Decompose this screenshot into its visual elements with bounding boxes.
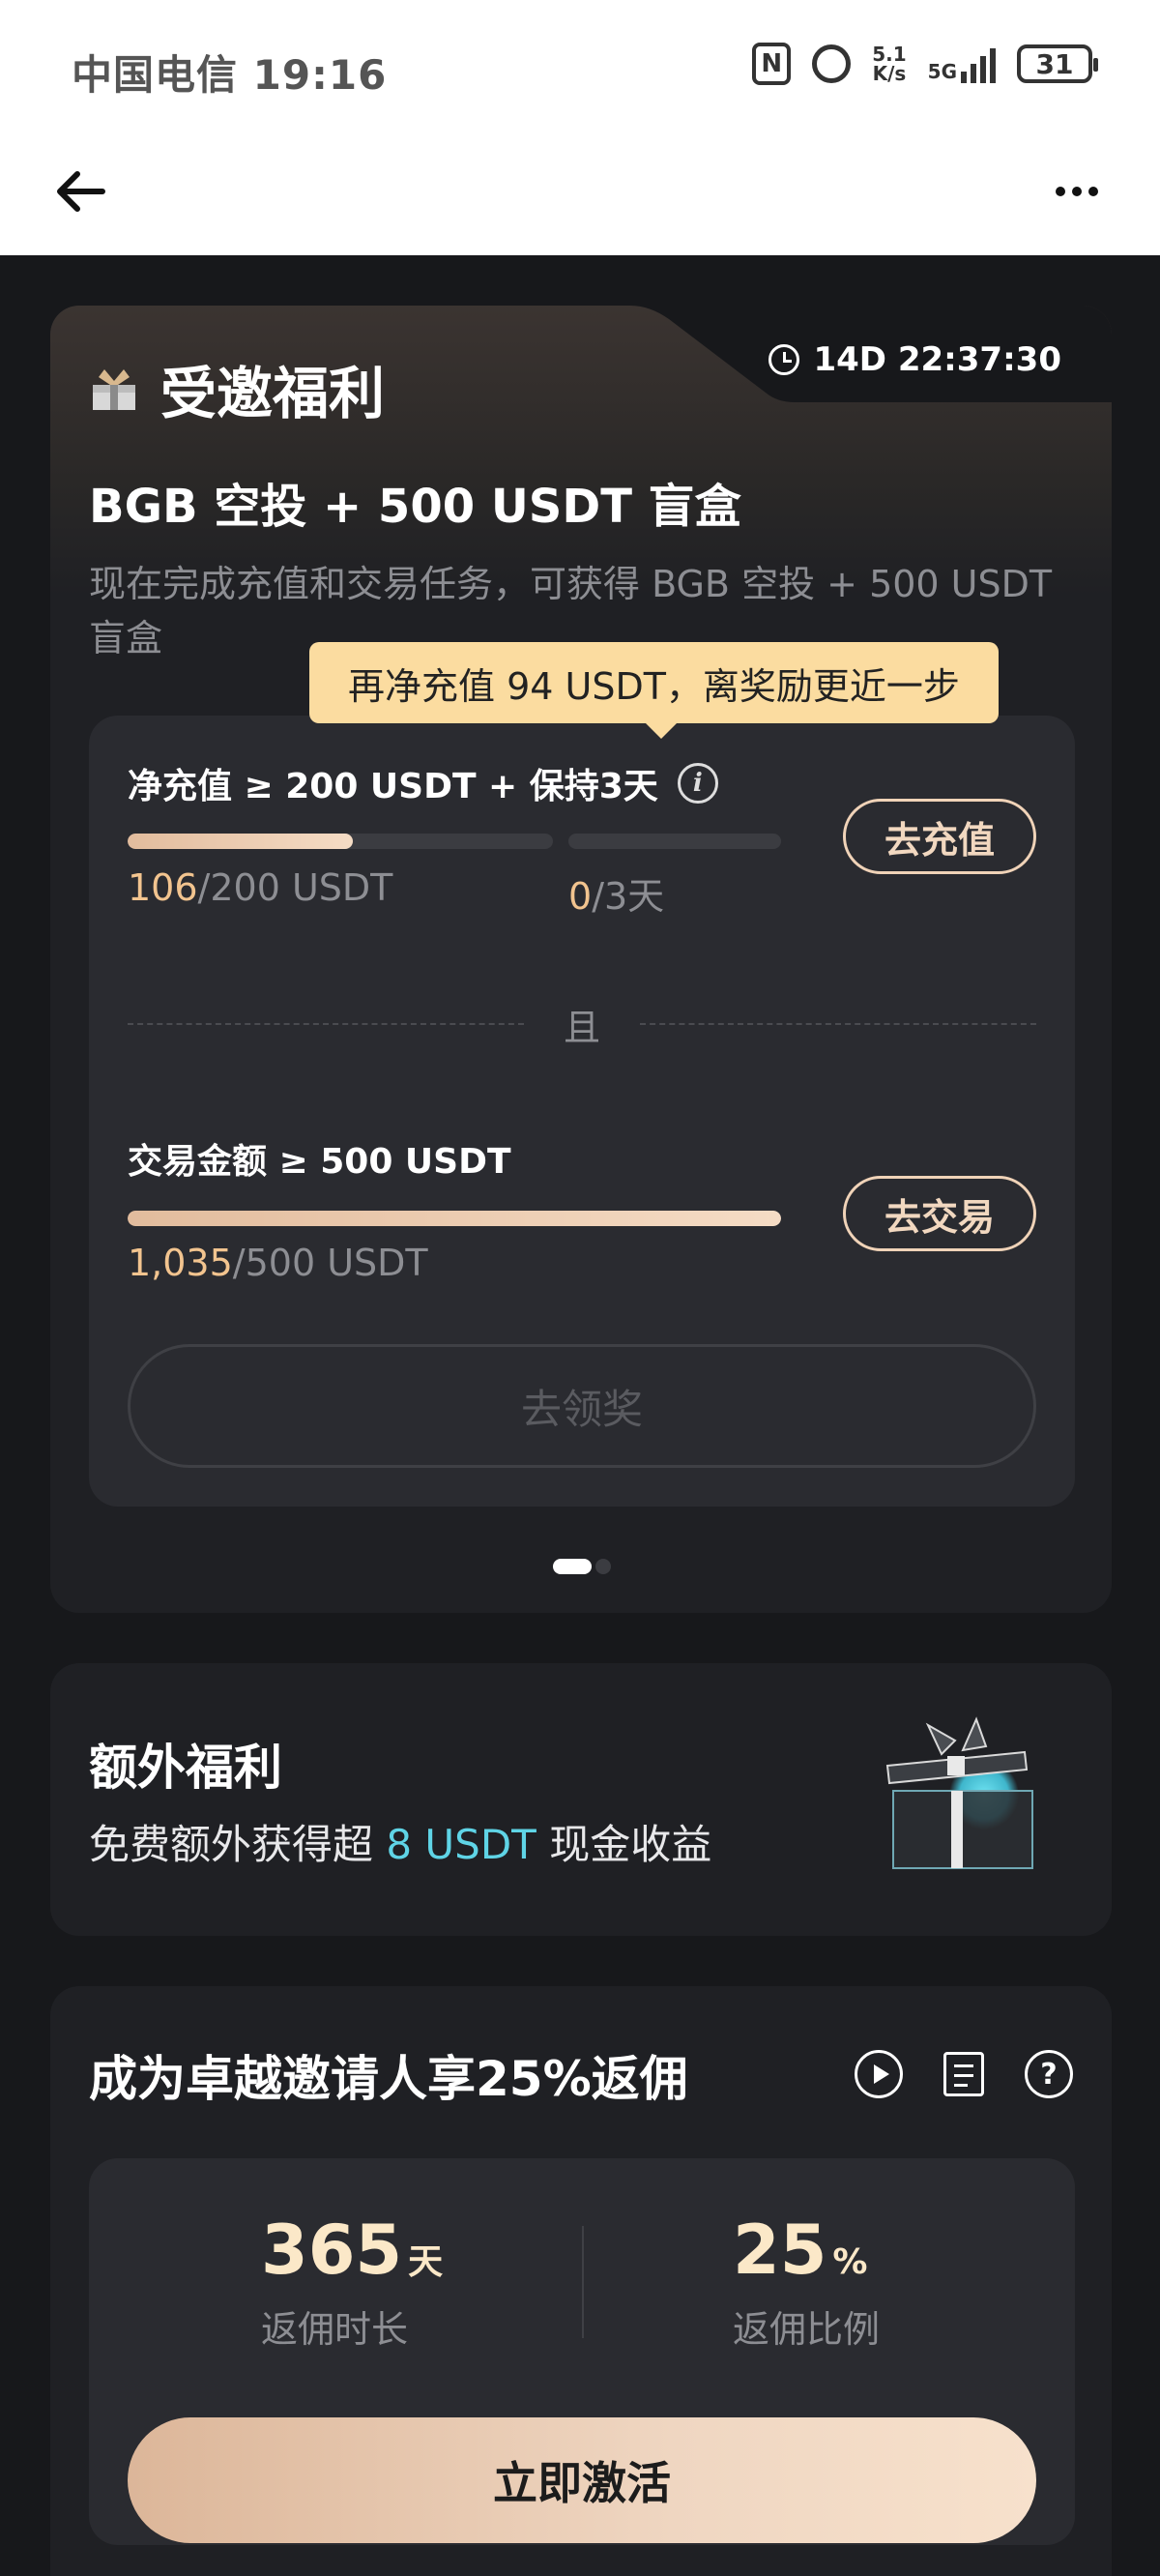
carrier-time: 中国电信 19:16 <box>72 51 388 99</box>
nfc-icon: N <box>752 43 792 85</box>
deposit-progress-fill <box>128 834 354 849</box>
task-deposit-label: 净充值 ≥ 200 USDT + 保持3天 i <box>128 758 718 808</box>
stat-value: 365 <box>261 2210 403 2290</box>
stat-unit: % <box>832 2242 868 2282</box>
gift-icon <box>93 369 135 410</box>
gift-box-icon <box>885 1716 1033 1869</box>
stat-label: 返佣比例 <box>733 2308 881 2351</box>
signal-group: 5G <box>928 44 996 83</box>
reward-subtitle: BGB 空投 + 500 USDT 盲盒 <box>89 480 741 534</box>
countdown-text: 14D 22:37:30 <box>813 340 1061 379</box>
trade-total: /500 USDT <box>232 1242 428 1284</box>
doc-line <box>954 2084 968 2087</box>
back-button[interactable] <box>52 161 114 222</box>
claim-reward-button[interactable]: 去领奖 <box>128 1344 1036 1468</box>
help-icon[interactable]: ? <box>1025 2050 1073 2098</box>
stat-label: 返佣时长 <box>261 2308 409 2351</box>
status-bar: 中国电信 19:16 N 5.1 K/s 5G 31 <box>0 0 1160 135</box>
status-icons: N 5.1 K/s 5G 31 <box>752 43 1098 85</box>
deposit-total: /200 USDT <box>197 866 393 909</box>
more-dot <box>1072 187 1082 196</box>
trade-current: 1,035 <box>128 1242 233 1284</box>
arrow-left-icon <box>57 171 105 212</box>
desc-prefix: 免费额外获得超 <box>89 1821 387 1868</box>
doc-line <box>954 2064 973 2067</box>
invite-benefit-card: 受邀福利 14D 22:37:30 BGB 空投 + 500 USDT 盲盒 现… <box>50 306 1112 1613</box>
top-referrer-card: 成为卓越邀请人享25%返佣 ? 365 天 返佣时长 25% 返佣比例 立即激活 <box>50 1986 1112 2576</box>
more-dot <box>1056 187 1065 196</box>
card-title-row: 受邀福利 <box>89 348 385 429</box>
deposit-current: 106 <box>128 866 198 909</box>
alarm-icon <box>812 44 852 83</box>
deposit-tooltip: 再净充值 94 USDT，离奖励更近一步 <box>309 642 999 739</box>
desc-accent: 8 USDT <box>386 1821 536 1868</box>
stat-divider <box>582 2226 584 2338</box>
and-divider: 且 <box>128 994 1036 1052</box>
deposit-button[interactable]: 去充值 <box>843 799 1036 874</box>
stat-duration: 365 天 返佣时长 <box>261 2210 443 2353</box>
doc-line <box>954 2074 973 2077</box>
commission-stats: 365 天 返佣时长 25% 返佣比例 立即激活 <box>89 2158 1075 2545</box>
net-speed: 5.1 K/s <box>872 44 906 83</box>
more-dot <box>1088 187 1098 196</box>
trade-progress-bar <box>128 1211 781 1226</box>
card-title: 受邀福利 <box>160 361 386 426</box>
deposit-progress-bar <box>128 834 553 849</box>
info-icon[interactable]: i <box>677 763 718 804</box>
battery-level: 31 <box>1035 47 1074 80</box>
and-label: 且 <box>563 1007 600 1049</box>
trade-button[interactable]: 去交易 <box>843 1176 1036 1251</box>
play-icon[interactable] <box>855 2050 903 2098</box>
task-deposit-text: 净充值 ≥ 200 USDT + 保持3天 <box>128 767 658 806</box>
net-speed-unit: K/s <box>872 62 907 85</box>
signal-icon <box>961 44 996 83</box>
desc-suffix: 现金收益 <box>536 1821 712 1868</box>
days-current: 0 <box>568 875 593 918</box>
net-speed-value: 5.1 <box>872 43 907 66</box>
task-trade-text: 交易金额 ≥ 500 USDT <box>128 1142 511 1182</box>
task-panel: 净充值 ≥ 200 USDT + 保持3天 i 106/200 USDT 0/3… <box>89 716 1075 1507</box>
days-progress-bar <box>568 834 781 849</box>
task-trade-label: 交易金额 ≥ 500 USDT <box>128 1133 511 1184</box>
referrer-title: 成为卓越邀请人享25%返佣 <box>89 2051 688 2107</box>
clock-icon <box>768 344 800 375</box>
carousel-pager[interactable] <box>553 1559 611 1574</box>
play-triangle <box>873 2064 889 2084</box>
battery-icon: 31 <box>1017 44 1098 83</box>
pager-dot[interactable] <box>595 1559 611 1574</box>
trade-progress-fill <box>128 1211 781 1226</box>
stat-unit: 天 <box>408 2242 444 2282</box>
more-button[interactable] <box>1046 161 1108 222</box>
extra-benefit-card[interactable]: 额外福利 免费额外获得超 8 USDT 现金收益 <box>50 1663 1112 1936</box>
extra-benefit-title: 额外福利 <box>89 1740 282 1796</box>
document-icon[interactable] <box>943 2052 984 2096</box>
countdown-timer: 14D 22:37:30 <box>768 340 1061 379</box>
divider-line <box>640 1023 1036 1025</box>
stat-rate: 25% 返佣比例 <box>733 2210 880 2353</box>
extra-benefit-desc: 免费额外获得超 8 USDT 现金收益 <box>89 1812 711 1871</box>
deposit-progress-text: 106/200 USDT <box>128 866 392 909</box>
days-progress-text: 0/3天 <box>568 866 664 920</box>
activate-button[interactable]: 立即激活 <box>128 2417 1036 2543</box>
pager-dot-active[interactable] <box>553 1559 592 1574</box>
referrer-actions: ? <box>855 2050 1073 2098</box>
days-total: /3天 <box>592 875 665 918</box>
trade-progress-text: 1,035/500 USDT <box>128 1242 428 1284</box>
divider-line <box>128 1023 524 1025</box>
stat-value: 25 <box>733 2210 827 2290</box>
network-type: 5G <box>927 60 957 83</box>
app-header <box>0 135 1160 255</box>
